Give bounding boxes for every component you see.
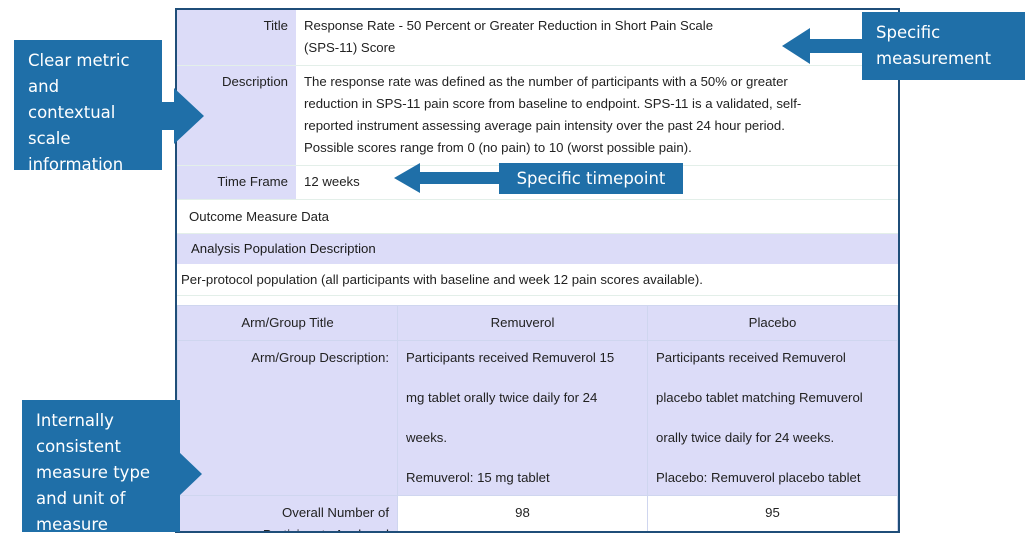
description-line-4: Possible scores range from 0 (no pain) t… [304, 137, 890, 159]
participants-analyzed-label: Overall Number of Participants Analyzed [178, 496, 398, 532]
arm-desc-remuverol-line-2: mg tablet orally twice daily for 24 [406, 387, 639, 409]
arm-group-description-label: Arm/Group Description: [178, 341, 398, 496]
arm-desc-placebo-line-2: placebo tablet matching Remuverol [656, 387, 889, 409]
annotation-arrow-left-timepoint [394, 163, 506, 193]
description-line-3: reported instrument assessing average pa… [304, 115, 890, 137]
description-line-1: The response rate was defined as the num… [304, 71, 890, 93]
arm-intervention-placebo: Placebo: Remuverol placebo tablet [656, 467, 889, 489]
table-row-description: Description The response rate was define… [177, 66, 898, 166]
arm-desc-placebo-line-3: orally twice daily for 24 weeks. [656, 427, 889, 449]
arm-group-title-placebo: Placebo [648, 306, 898, 341]
outcome-measure-record: Title Response Rate - 50 Percent or Grea… [175, 8, 900, 533]
annotation-callout-metric: Clear metric and contextual scale inform… [14, 40, 162, 170]
table-row-arm-group-description: Arm/Group Description: Participants rece… [178, 341, 898, 496]
arm-group-description-placebo: Participants received Remuverol placebo … [648, 341, 898, 496]
annotation-callout-measurement: Specific measurement [862, 12, 1025, 80]
annotation-callout-timepoint: Specific timepoint [499, 163, 683, 194]
table-row-arm-group-title: Arm/Group Title Remuverol Placebo [178, 306, 898, 341]
time-frame-label: Time Frame [177, 166, 296, 200]
participants-analyzed-remuverol: 98 [398, 496, 648, 532]
participants-analyzed-placebo: 95 [648, 496, 898, 532]
section-spacer [177, 296, 898, 305]
description-value: The response rate was defined as the num… [296, 66, 898, 166]
arm-group-title-label: Arm/Group Title [178, 306, 398, 341]
annotation-arrow-left-measurement [782, 28, 864, 64]
analysis-population-text: Per-protocol population (all participant… [177, 265, 898, 296]
record-content: Title Response Rate - 50 Percent or Grea… [177, 10, 898, 531]
arm-group-description-remuverol: Participants received Remuverol 15 mg ta… [398, 341, 648, 496]
analysis-population-heading: Analysis Population Description [177, 234, 898, 265]
arm-group-title-remuverol: Remuverol [398, 306, 648, 341]
arm-intervention-remuverol: Remuverol: 15 mg tablet [406, 467, 639, 489]
arm-desc-remuverol-line-3: weeks. [406, 427, 639, 449]
participants-analyzed-label-line-2: Participants Analyzed [186, 524, 389, 531]
arm-group-results-table: Arm/Group Title Remuverol Placebo Arm/Gr… [177, 305, 898, 531]
participants-analyzed-label-line-1: Overall Number of [186, 502, 389, 524]
description-line-2: reduction in SPS-11 pain score from base… [304, 93, 890, 115]
title-label: Title [177, 10, 296, 66]
table-row-participants-analyzed: Overall Number of Participants Analyzed … [178, 496, 898, 532]
arm-desc-placebo-line-1: Participants received Remuverol [656, 347, 889, 369]
outcome-measure-data-heading: Outcome Measure Data [177, 200, 898, 234]
arm-desc-remuverol-line-1: Participants received Remuverol 15 [406, 347, 639, 369]
annotation-callout-consistent: Internally consistent measure type and u… [22, 400, 180, 532]
